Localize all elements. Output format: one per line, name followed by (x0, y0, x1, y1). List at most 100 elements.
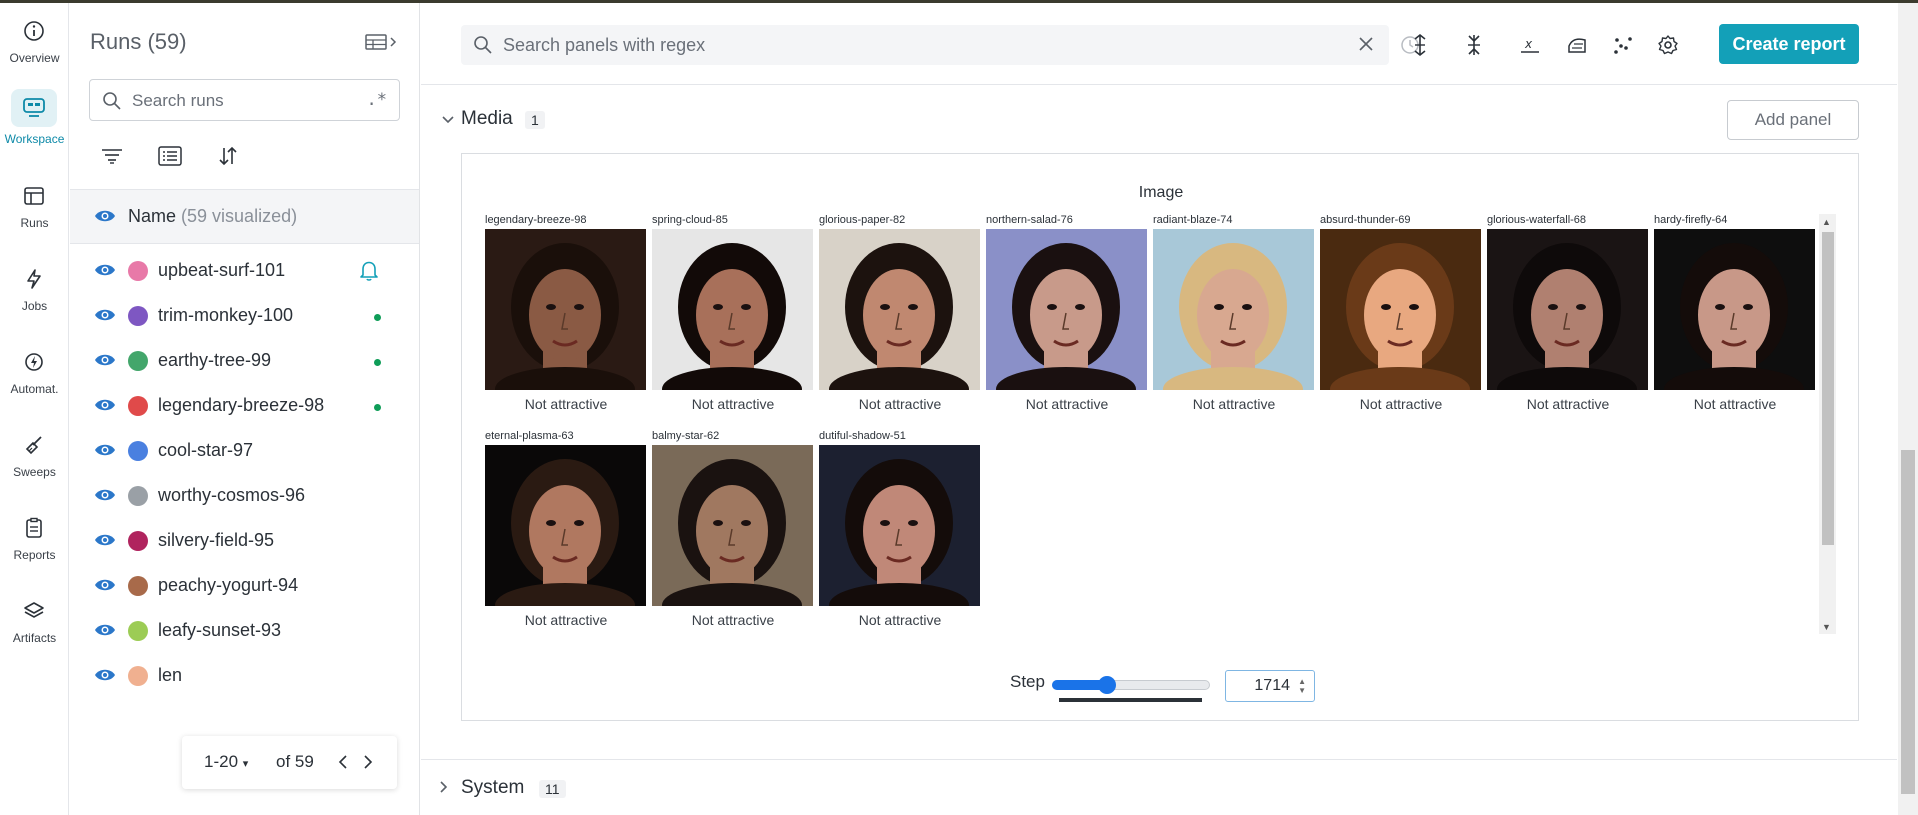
face-image[interactable] (1153, 229, 1314, 390)
outliers-icon[interactable] (1609, 31, 1637, 59)
step-slider-underline (1059, 698, 1202, 702)
run-name[interactable]: leafy-sunset-93 (158, 620, 281, 641)
face-image[interactable] (986, 229, 1147, 390)
run-color-swatch[interactable] (128, 621, 148, 641)
eye-icon[interactable] (94, 306, 116, 329)
run-color-swatch[interactable] (128, 666, 148, 686)
run-name[interactable]: worthy-cosmos-96 (158, 485, 305, 506)
system-section-header[interactable]: System 11 (421, 759, 1897, 815)
image-tile[interactable]: balmy-star-62 Not attractive (652, 430, 814, 628)
image-tile[interactable]: dutiful-shadow-51 Not attractive (819, 430, 981, 628)
chevron-right-icon[interactable] (439, 780, 449, 799)
regex-toggle[interactable]: .* (367, 90, 387, 110)
spinner-icon[interactable]: ▲ ▼ (1298, 677, 1306, 695)
chevron-down-icon[interactable] (441, 112, 455, 130)
panel-scrollbar-thumb[interactable] (1822, 232, 1834, 545)
image-tile[interactable]: radiant-blaze-74 Not attractive (1153, 214, 1315, 412)
panel-search-input[interactable]: Search panels with regex (461, 25, 1419, 65)
face-image[interactable] (1487, 229, 1648, 390)
face-image[interactable] (485, 229, 646, 390)
eye-icon[interactable] (94, 441, 116, 464)
run-color-swatch[interactable] (128, 441, 148, 461)
columns-icon[interactable] (155, 143, 185, 169)
nav-reports[interactable]: Reports (0, 506, 69, 576)
image-tile[interactable]: absurd-thunder-69 Not attractive (1320, 214, 1482, 412)
gear-icon[interactable] (1654, 31, 1682, 59)
nav-sweeps[interactable]: Sweeps (0, 423, 69, 493)
sort-icon[interactable] (213, 143, 243, 169)
smoothing-icon[interactable] (1563, 31, 1591, 59)
image-caption: Not attractive (1359, 396, 1443, 412)
run-name[interactable]: trim-monkey-100 (158, 305, 293, 326)
eye-icon[interactable] (94, 486, 116, 509)
image-tile[interactable]: legendary-breeze-98 Not attractive (485, 214, 647, 412)
run-name[interactable]: peachy-yogurt-94 (158, 575, 298, 596)
run-name[interactable]: upbeat-surf-101 (158, 260, 285, 281)
media-section-header[interactable]: Media 1 (421, 100, 1897, 140)
prev-page-button[interactable] (332, 750, 354, 774)
expand-table-icon[interactable] (365, 31, 399, 53)
eye-icon[interactable] (94, 396, 116, 419)
eye-icon[interactable] (94, 621, 116, 644)
eye-icon[interactable] (94, 666, 116, 689)
eye-icon[interactable] (94, 351, 116, 374)
run-color-swatch[interactable] (128, 306, 148, 326)
run-name[interactable]: legendary-breeze-98 (158, 395, 324, 416)
image-tile[interactable]: hardy-firefly-64 Not attractive (1654, 214, 1816, 412)
run-color-swatch[interactable] (128, 576, 148, 596)
run-color-swatch[interactable] (128, 486, 148, 506)
image-run-name: northern-salad-76 (986, 214, 1073, 226)
eye-icon[interactable] (94, 576, 116, 599)
collapse-vertical-icon[interactable] (1460, 31, 1488, 59)
nav-workspace[interactable]: Workspace (0, 87, 69, 157)
step-number-input[interactable]: 1714 ▲ ▼ (1225, 670, 1315, 702)
nav-overview[interactable]: Overview (0, 9, 69, 79)
face-image[interactable] (485, 445, 646, 606)
page-scrollbar[interactable] (1898, 3, 1918, 815)
image-tile[interactable]: northern-salad-76 Not attractive (986, 214, 1148, 412)
image-tile[interactable]: glorious-paper-82 Not attractive (819, 214, 981, 412)
page-range-select[interactable]: 1-20 ▾ (204, 752, 248, 772)
run-row[interactable]: len (70, 649, 419, 704)
close-icon[interactable] (1357, 35, 1375, 58)
page-scrollbar-thumb[interactable] (1901, 450, 1915, 794)
image-tile[interactable]: glorious-waterfall-68 Not attractive (1487, 214, 1649, 412)
run-name[interactable]: cool-star-97 (158, 440, 253, 461)
eye-icon[interactable] (94, 531, 116, 554)
create-report-button[interactable]: Create report (1719, 24, 1859, 64)
face-image[interactable] (652, 445, 813, 606)
run-color-swatch[interactable] (128, 351, 148, 371)
face-image[interactable] (1654, 229, 1815, 390)
face-image[interactable] (819, 229, 980, 390)
scroll-down-icon[interactable]: ▼ (1822, 622, 1831, 632)
face-image[interactable] (1320, 229, 1481, 390)
add-panel-button[interactable]: Add panel (1727, 100, 1859, 140)
face-image[interactable] (819, 445, 980, 606)
scroll-up-icon[interactable]: ▲ (1822, 217, 1831, 227)
nav-jobs[interactable]: Jobs (0, 257, 69, 327)
x-axis-icon[interactable]: x (1516, 31, 1544, 59)
eye-icon[interactable] (94, 261, 116, 284)
runs-search-input[interactable]: Search runs .* (89, 79, 400, 121)
run-color-swatch[interactable] (128, 531, 148, 551)
run-name[interactable]: len (158, 665, 182, 686)
filter-icon[interactable] (97, 143, 127, 169)
face-image[interactable] (652, 229, 813, 390)
next-page-button[interactable] (357, 750, 379, 774)
run-color-swatch[interactable] (128, 261, 148, 281)
image-tile[interactable]: spring-cloud-85 Not attractive (652, 214, 814, 412)
image-tile[interactable]: eternal-plasma-63 Not attractive (485, 430, 647, 628)
run-name[interactable]: silvery-field-95 (158, 530, 274, 551)
layers-icon (20, 597, 48, 625)
page-total: of 59 (276, 752, 314, 771)
run-name[interactable]: earthy-tree-99 (158, 350, 271, 371)
bell-icon[interactable] (358, 258, 380, 287)
run-color-swatch[interactable] (128, 396, 148, 416)
runs-name-header[interactable]: Name (59 visualized) (70, 189, 419, 244)
step-slider-thumb[interactable] (1098, 676, 1116, 694)
nav-automations[interactable]: Automat. (0, 340, 69, 410)
eye-icon[interactable] (94, 207, 116, 230)
nav-artifacts[interactable]: Artifacts (0, 589, 69, 659)
expand-vertical-icon[interactable] (1406, 31, 1434, 59)
nav-runs[interactable]: Runs (0, 174, 69, 244)
